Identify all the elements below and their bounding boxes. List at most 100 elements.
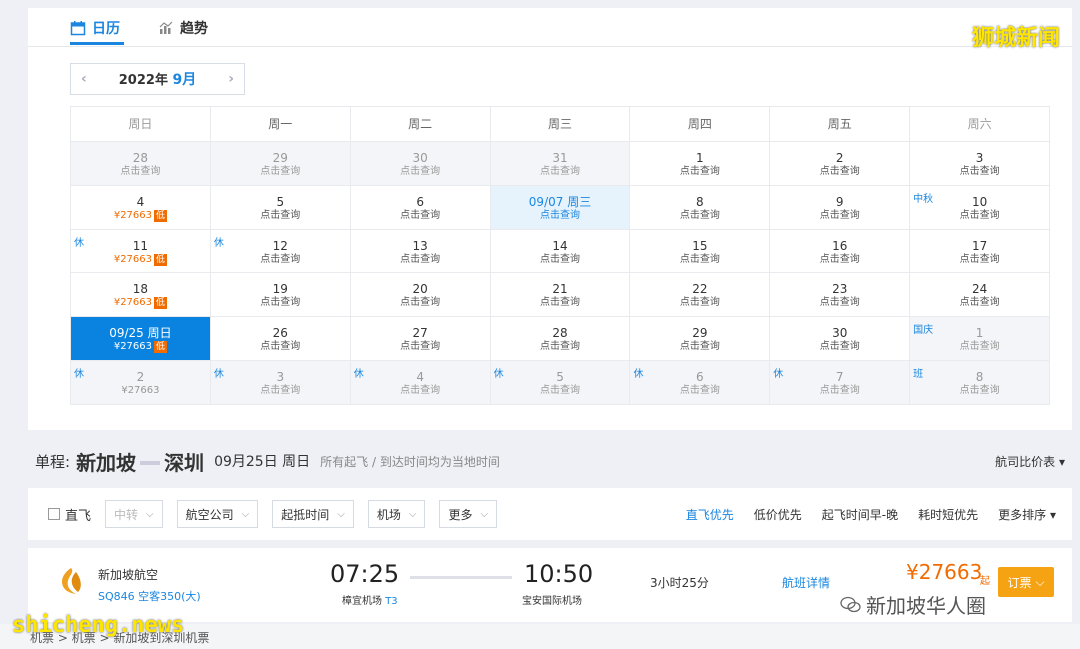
day-number: 15 [692, 238, 708, 253]
tab-calendar[interactable]: 日历 [70, 16, 120, 40]
calendar-icon [70, 21, 86, 36]
calendar-day[interactable]: 22 点击查询 [630, 273, 771, 318]
day-number: 4 [416, 369, 424, 384]
calendar-day[interactable]: 9 点击查询 [770, 185, 911, 230]
watermark-shicheng-news: shicheng.news [12, 613, 185, 638]
calendar-day[interactable]: 休 3 点击查询 [210, 360, 351, 405]
time-dropdown[interactable]: 起抵时间 ⌵ [272, 500, 354, 528]
day-number: 26 [272, 326, 288, 341]
weekday-label: 周三 [490, 107, 631, 142]
day-subtitle: 点击查询 [770, 384, 909, 398]
holiday-tag: 休 [493, 368, 504, 380]
calendar-day[interactable]: 16 点击查询 [770, 229, 911, 274]
calendar-day[interactable]: 27 点击查询 [350, 317, 491, 361]
calendar-day[interactable]: 班 8 点击查询 [910, 360, 1051, 405]
airline-dropdown[interactable]: 航空公司 ⌵ [176, 500, 259, 528]
day-number: 21 [552, 282, 568, 297]
calendar-day[interactable]: 休 7 点击查询 [770, 360, 911, 405]
calendar-day[interactable]: 休 4 点击查询 [350, 360, 491, 405]
calendar-day[interactable]: 6 点击查询 [350, 185, 491, 230]
day-number: 16 [832, 238, 848, 253]
calendar-day[interactable]: 29 点击查询 [210, 142, 351, 186]
calendar-day[interactable]: 休 5 点击查询 [490, 360, 631, 405]
weekday-label: 周六 [910, 107, 1051, 142]
calendar-day[interactable]: 13 点击查询 [350, 229, 491, 274]
calendar-week-row: 09/25 周日 ¥27663 低 26 点击查询 27 点击查询 28 点击查询 29 点击查询 3… [71, 317, 1051, 361]
calendar-day[interactable]: 28 点击查询 [71, 142, 211, 186]
holiday-tag: 休 [213, 237, 224, 249]
sort-shortest-duration[interactable]: 耗时短优先 [918, 506, 978, 523]
calendar-day[interactable]: 24 点击查询 [910, 273, 1051, 318]
calendar-day[interactable]: 休 12 点击查询 [210, 229, 351, 274]
calendar-day[interactable]: 14 点击查询 [490, 229, 631, 274]
calendar-day[interactable]: 18 ¥27663 低 [71, 273, 211, 318]
book-button[interactable]: 订票 ⌵ [998, 567, 1054, 597]
calendar-day[interactable]: 8 点击查询 [630, 185, 771, 230]
calendar-day-selected[interactable]: 09/25 周日 ¥27663 低 [71, 317, 211, 361]
calendar-day[interactable]: 29 点击查询 [630, 317, 771, 361]
calendar-day[interactable]: 休 2 ¥27663 [71, 360, 211, 405]
dropdown-label: 航空公司 [185, 507, 234, 522]
transfer-dropdown[interactable]: 中转 ⌵ [105, 500, 163, 528]
departure-airport-name: 樟宜机场 [342, 596, 382, 607]
calendar-day[interactable]: 国庆 1 点击查询 [910, 317, 1051, 361]
day-number: 17 [971, 238, 988, 253]
calendar-day[interactable]: 5 点击查询 [210, 185, 351, 230]
calendar-day[interactable]: 中秋 10 点击查询 [910, 185, 1051, 230]
calendar-day[interactable]: 2 点击查询 [770, 142, 911, 186]
day-subtitle: 点击查询 [491, 340, 630, 354]
flight-number[interactable]: SQ846 空客350(大) [98, 588, 201, 604]
day-number: 28 [552, 326, 568, 341]
day-subtitle: 点击查询 [910, 253, 1049, 267]
next-month-icon[interactable]: › [228, 71, 234, 87]
calendar-day[interactable]: 28 点击查询 [490, 317, 631, 361]
day-query-text: 点击查询 [400, 253, 441, 265]
calendar-day[interactable]: 20 点击查询 [350, 273, 491, 318]
calendar-day[interactable]: 26 点击查询 [210, 317, 351, 361]
flight-details-link[interactable]: 航班详情 [782, 574, 830, 591]
trip-summary: 单程: 新加坡 深圳 09月25日 周日 所有起飞 / 到达时间均为当地时间 航… [35, 446, 1065, 476]
day-number: 24 [971, 282, 988, 297]
day-query-text: 点击查询 [679, 341, 720, 353]
day-query-text: 点击查询 [679, 209, 720, 221]
day-subtitle: 点击查询 [211, 340, 350, 354]
calendar-day[interactable]: 1 点击查询 [630, 142, 771, 186]
calendar-day[interactable]: 31 点击查询 [490, 142, 631, 186]
direct-only-checkbox[interactable]: 直飞 [48, 505, 91, 524]
day-subtitle: 点击查询 [491, 384, 630, 398]
weekday-label: 周二 [350, 107, 491, 142]
holiday-tag: 休 [773, 368, 784, 380]
dropdown-label: 起抵时间 [281, 507, 330, 522]
sort-lowest-price[interactable]: 低价优先 [754, 506, 802, 523]
tab-trend[interactable]: 趋势 [158, 16, 208, 40]
calendar-day[interactable]: 休 6 点击查询 [630, 360, 771, 405]
airport-dropdown[interactable]: 机场 ⌵ [367, 500, 426, 528]
calendar-day[interactable]: 09/07 周三 点击查询 [490, 185, 631, 230]
calendar-day[interactable]: 19 点击查询 [210, 273, 351, 318]
sort-direct-first[interactable]: 直飞优先 [686, 506, 734, 523]
sort-more[interactable]: 更多排序 ▾ [998, 506, 1056, 523]
calendar-week-row: 休 11 ¥27663 低休 12 点击查询 13 点击查询 14 点击查询 15 点击查询 16 点击查… [71, 229, 1051, 274]
calendar-day[interactable]: 23 点击查询 [770, 273, 911, 318]
calendar-day[interactable]: 30 点击查询 [350, 142, 491, 186]
calendar-day[interactable]: 3 点击查询 [910, 142, 1051, 186]
day-query-text: 点击查询 [540, 253, 580, 265]
calendar-day[interactable]: 17 点击查询 [910, 229, 1051, 274]
day-number: 4 [136, 194, 145, 209]
calendar-day[interactable]: 15 点击查询 [630, 229, 771, 274]
chevron-down-icon: ⌵ [1035, 574, 1045, 589]
calendar-day[interactable]: 4 ¥27663 低 [71, 185, 211, 230]
day-query-text: 点击查询 [400, 341, 441, 353]
more-dropdown[interactable]: 更多 ⌵ [439, 500, 498, 528]
day-query-text: 点击查询 [400, 297, 441, 309]
calendar-day[interactable]: 休 11 ¥27663 低 [71, 229, 211, 274]
calendar-day[interactable]: 30 点击查询 [770, 317, 911, 361]
checkbox-box[interactable] [48, 508, 60, 520]
airline-compare-link[interactable]: 航司比价表 ▾ [995, 453, 1065, 470]
sort-departure-time[interactable]: 起飞时间早-晚 [822, 506, 898, 523]
day-number: 7 [835, 369, 844, 384]
prev-month-icon[interactable]: ‹ [81, 71, 87, 87]
day-query-text: 点击查询 [540, 297, 580, 309]
calendar-day[interactable]: 21 点击查询 [490, 273, 631, 318]
departure-time: 07:25 [330, 560, 400, 588]
